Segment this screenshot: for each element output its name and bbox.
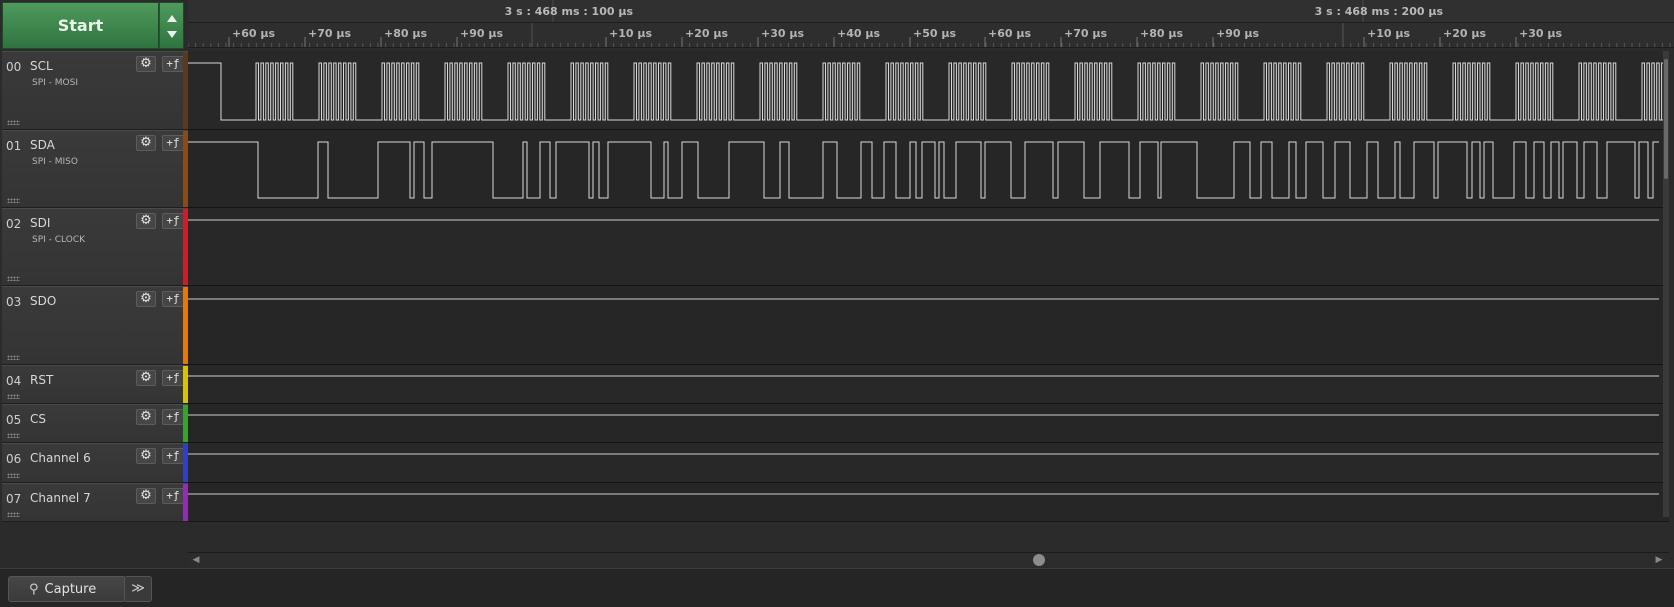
drag-handle-icon[interactable] — [7, 512, 20, 517]
ruler-tick-label: +90 µs — [460, 27, 503, 40]
channel-number: 05 — [6, 413, 22, 427]
channel-analyzer-label: SPI - CLOCK — [32, 235, 86, 245]
ruler-tick-label: +10 µs — [609, 27, 652, 40]
channel-row-00[interactable]: 00 SCL SPI - MOSI ⚙ +ƒ — [2, 51, 188, 130]
capture-tab-label: Capture — [44, 581, 97, 597]
waveform-band — [188, 483, 1669, 522]
timeline-group-svg: 3 s : 468 ms : 100 µs 3 s : 468 ms : 200 … — [505, 0, 1444, 22]
channel-number: 07 — [6, 492, 22, 506]
ruler-tick-label: +60 µs — [988, 27, 1031, 40]
channel-row-02[interactable]: 02 SDI SPI - CLOCK ⚙ +ƒ — [2, 208, 188, 286]
waveform-band — [188, 51, 1669, 130]
scroll-right-icon[interactable]: ▶ — [1653, 555, 1665, 565]
ruler-tick-label: +80 µs — [1140, 27, 1183, 40]
drag-handle-icon[interactable] — [7, 473, 20, 478]
triangle-up-icon[interactable] — [167, 15, 177, 22]
gear-icon[interactable]: ⚙ — [136, 448, 156, 464]
gear-icon[interactable]: ⚙ — [136, 135, 156, 151]
ruler-tick-label: +40 µs — [837, 27, 880, 40]
channel-name[interactable]: Channel 7 — [30, 491, 91, 505]
gear-icon[interactable]: ⚙ — [136, 370, 156, 386]
gear-icon[interactable]: ⚙ — [136, 213, 156, 229]
trigger-icon[interactable]: +ƒ — [162, 291, 184, 307]
timeline-ruler[interactable]: +60 µs +70 µs +80 µs +90 µs +10 µs +20 µs +30 … — [187, 23, 1674, 48]
trigger-icon[interactable]: +ƒ — [162, 56, 184, 72]
trigger-icon[interactable]: +ƒ — [162, 213, 184, 229]
scroll-left-icon[interactable]: ◀ — [190, 555, 202, 565]
channel-row-05[interactable]: 05 CS ⚙ +ƒ — [2, 404, 188, 443]
trigger-icon[interactable]: +ƒ — [162, 409, 184, 425]
channel-name[interactable]: SDA — [30, 138, 55, 152]
waveform-svg — [188, 51, 1669, 522]
channel-name[interactable]: Channel 6 — [30, 451, 91, 465]
waveform-band — [188, 365, 1669, 404]
drag-handle-icon[interactable] — [7, 394, 20, 399]
timeline-group-bar: 3 s : 468 ms : 100 µs 3 s : 468 ms : 200 … — [188, 0, 1674, 23]
waveform-band — [188, 286, 1669, 365]
waveform-band — [188, 404, 1669, 443]
waveform-area[interactable] — [188, 51, 1669, 553]
capture-tab[interactable]: ⚲ Capture — [8, 576, 126, 602]
timeline-ruler-svg: +60 µs +70 µs +80 µs +90 µs +10 µs +20 µs +30 … — [187, 23, 1671, 47]
drag-handle-icon[interactable] — [7, 276, 20, 281]
channel-name[interactable]: RST — [30, 373, 53, 387]
channel-name[interactable]: SDO — [30, 294, 56, 308]
ruler-tick-label: +10 µs — [1367, 27, 1410, 40]
more-tabs-button[interactable]: ≫ — [124, 576, 152, 602]
ruler-tick-label: +80 µs — [384, 27, 427, 40]
logic-analyzer-window: Start 00 SCL SPI - MOSI ⚙ +ƒ 01 SDA SPI - MISO ⚙… — [0, 0, 1674, 607]
channel-row-07[interactable]: 07 Channel 7 ⚙ +ƒ — [2, 483, 188, 522]
trigger-icon[interactable]: +ƒ — [162, 370, 184, 386]
ruler-tick-label: +70 µs — [308, 27, 351, 40]
channel-analyzer-label: SPI - MISO — [32, 157, 78, 167]
channel-number: 01 — [6, 139, 22, 153]
ruler-tick-label: +20 µs — [1443, 27, 1486, 40]
ruler-tick-label: +20 µs — [685, 27, 728, 40]
triangle-down-icon[interactable] — [167, 31, 177, 38]
start-control: Start — [2, 2, 184, 49]
channel-row-04[interactable]: 04 RST ⚙ +ƒ — [2, 365, 188, 404]
double-chevron-icon: ≫ — [131, 581, 145, 596]
channel-row-03[interactable]: 03 SDO ⚙ +ƒ — [2, 286, 188, 365]
start-options-spinner[interactable] — [159, 2, 184, 49]
vertical-scrollbar-thumb[interactable] — [1664, 59, 1668, 179]
timeline-group-label: 3 s : 468 ms : 200 µs — [1315, 5, 1444, 18]
channel-row-06[interactable]: 06 Channel 6 ⚙ +ƒ — [2, 443, 188, 483]
drag-handle-icon[interactable] — [7, 198, 20, 203]
ruler-tick-label: +30 µs — [761, 27, 804, 40]
gear-icon[interactable]: ⚙ — [136, 56, 156, 72]
capture-search-icon: ⚲ — [29, 581, 39, 597]
channel-number: 00 — [6, 60, 22, 74]
trigger-icon[interactable]: +ƒ — [162, 448, 184, 464]
scrollbar-thumb[interactable] — [1033, 554, 1045, 566]
drag-handle-icon[interactable] — [7, 120, 20, 125]
ruler-tick-label: +70 µs — [1064, 27, 1107, 40]
trigger-icon[interactable]: +ƒ — [162, 135, 184, 151]
trigger-icon[interactable]: +ƒ — [162, 488, 184, 504]
timeline-group-label: 3 s : 468 ms : 100 µs — [505, 5, 634, 18]
drag-handle-icon[interactable] — [7, 433, 20, 438]
channel-name[interactable]: SDI — [30, 216, 50, 230]
ruler-tick-label: +50 µs — [913, 27, 956, 40]
gear-icon[interactable]: ⚙ — [136, 409, 156, 425]
drag-handle-icon[interactable] — [7, 355, 20, 360]
channel-row-01[interactable]: 01 SDA SPI - MISO ⚙ +ƒ — [2, 130, 188, 208]
horizontal-scrollbar[interactable]: ◀ ▶ — [188, 552, 1669, 567]
channel-number: 02 — [6, 217, 22, 231]
bottom-tab-bar: ⚲ Capture ≫ — [0, 568, 1674, 607]
gear-icon[interactable]: ⚙ — [136, 291, 156, 307]
channel-name[interactable]: SCL — [30, 59, 53, 73]
channel-number: 03 — [6, 295, 22, 309]
timeline-header: 3 s : 468 ms : 100 µs 3 s : 468 ms : 200 … — [187, 0, 1674, 51]
ruler-tick-label: +30 µs — [1519, 27, 1562, 40]
ruler-tick-label: +90 µs — [1216, 27, 1259, 40]
ruler-tick-label: +60 µs — [232, 27, 275, 40]
channel-number: 04 — [6, 374, 22, 388]
gear-icon[interactable]: ⚙ — [136, 488, 156, 504]
channel-number: 06 — [6, 452, 22, 466]
channel-analyzer-label: SPI - MOSI — [32, 78, 78, 88]
waveform-band — [188, 443, 1669, 483]
start-button[interactable]: Start — [2, 2, 159, 49]
channel-name[interactable]: CS — [30, 412, 46, 426]
